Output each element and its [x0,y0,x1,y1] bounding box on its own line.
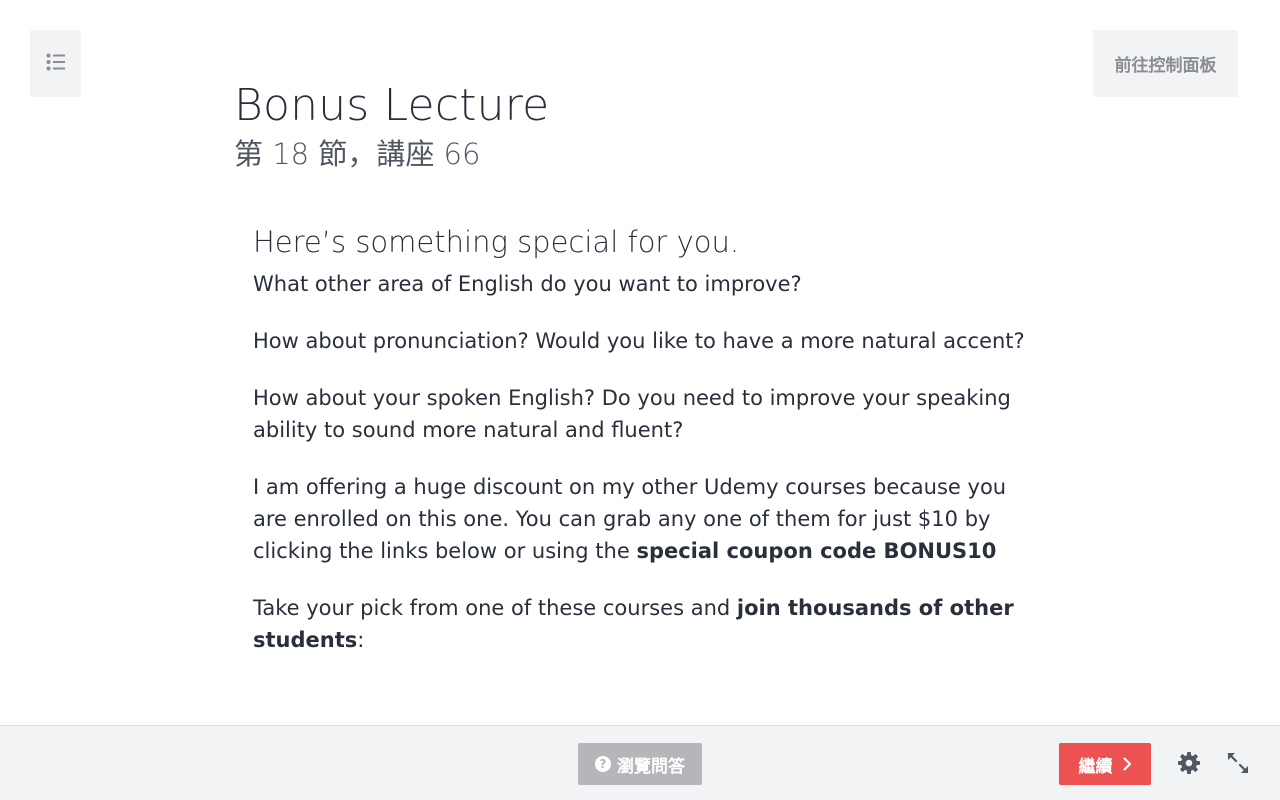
paragraph-5-tail: : [357,628,365,652]
curriculum-toggle-button[interactable] [30,30,81,97]
continue-label: 繼續 [1078,756,1113,777]
article-paragraph-4: I am offering a huge discount on my othe… [253,471,1033,567]
gear-icon [1177,751,1201,779]
continue-button[interactable]: 繼續 [1059,743,1151,785]
fullscreen-button[interactable] [1224,751,1251,778]
article-paragraph-3: How about your spoken English? Do you ne… [253,386,1011,442]
article-paragraph-2: How about pronunciation? Would you like … [253,329,1025,353]
chevron-right-icon [1122,757,1132,771]
paragraph-5-text: Take your pick from one of these courses… [253,596,737,620]
coupon-code-text: special coupon code BONUS10 [636,539,997,563]
go-to-dashboard-button[interactable]: 前往控制面板 [1093,30,1238,97]
article-heading: Here’s something special for you. [253,225,740,259]
lecture-subtitle: 第 18 節，講座 66 [234,137,481,171]
expand-icon [1226,751,1250,779]
lecture-title: Bonus Lecture [234,80,550,131]
article-paragraph-1: What other area of English do you want t… [253,272,802,296]
lecture-page: 前往控制面板 Bonus Lecture 第 18 節，講座 66 Here’s… [0,0,1280,800]
settings-button[interactable] [1175,751,1202,778]
footer-bar: ? 瀏覽問答 繼續 [0,725,1280,800]
browse-qa-button[interactable]: ? 瀏覽問答 [578,743,702,785]
list-icon [46,53,66,75]
article-paragraph-5: Take your pick from one of these courses… [253,592,1033,656]
browse-qa-label: 瀏覽問答 [617,756,685,777]
lecture-header: Bonus Lecture 第 18 節，講座 66 [234,78,549,174]
question-circle-icon: ? [595,756,611,772]
article-body: Here’s something special for you. What o… [253,222,1033,681]
